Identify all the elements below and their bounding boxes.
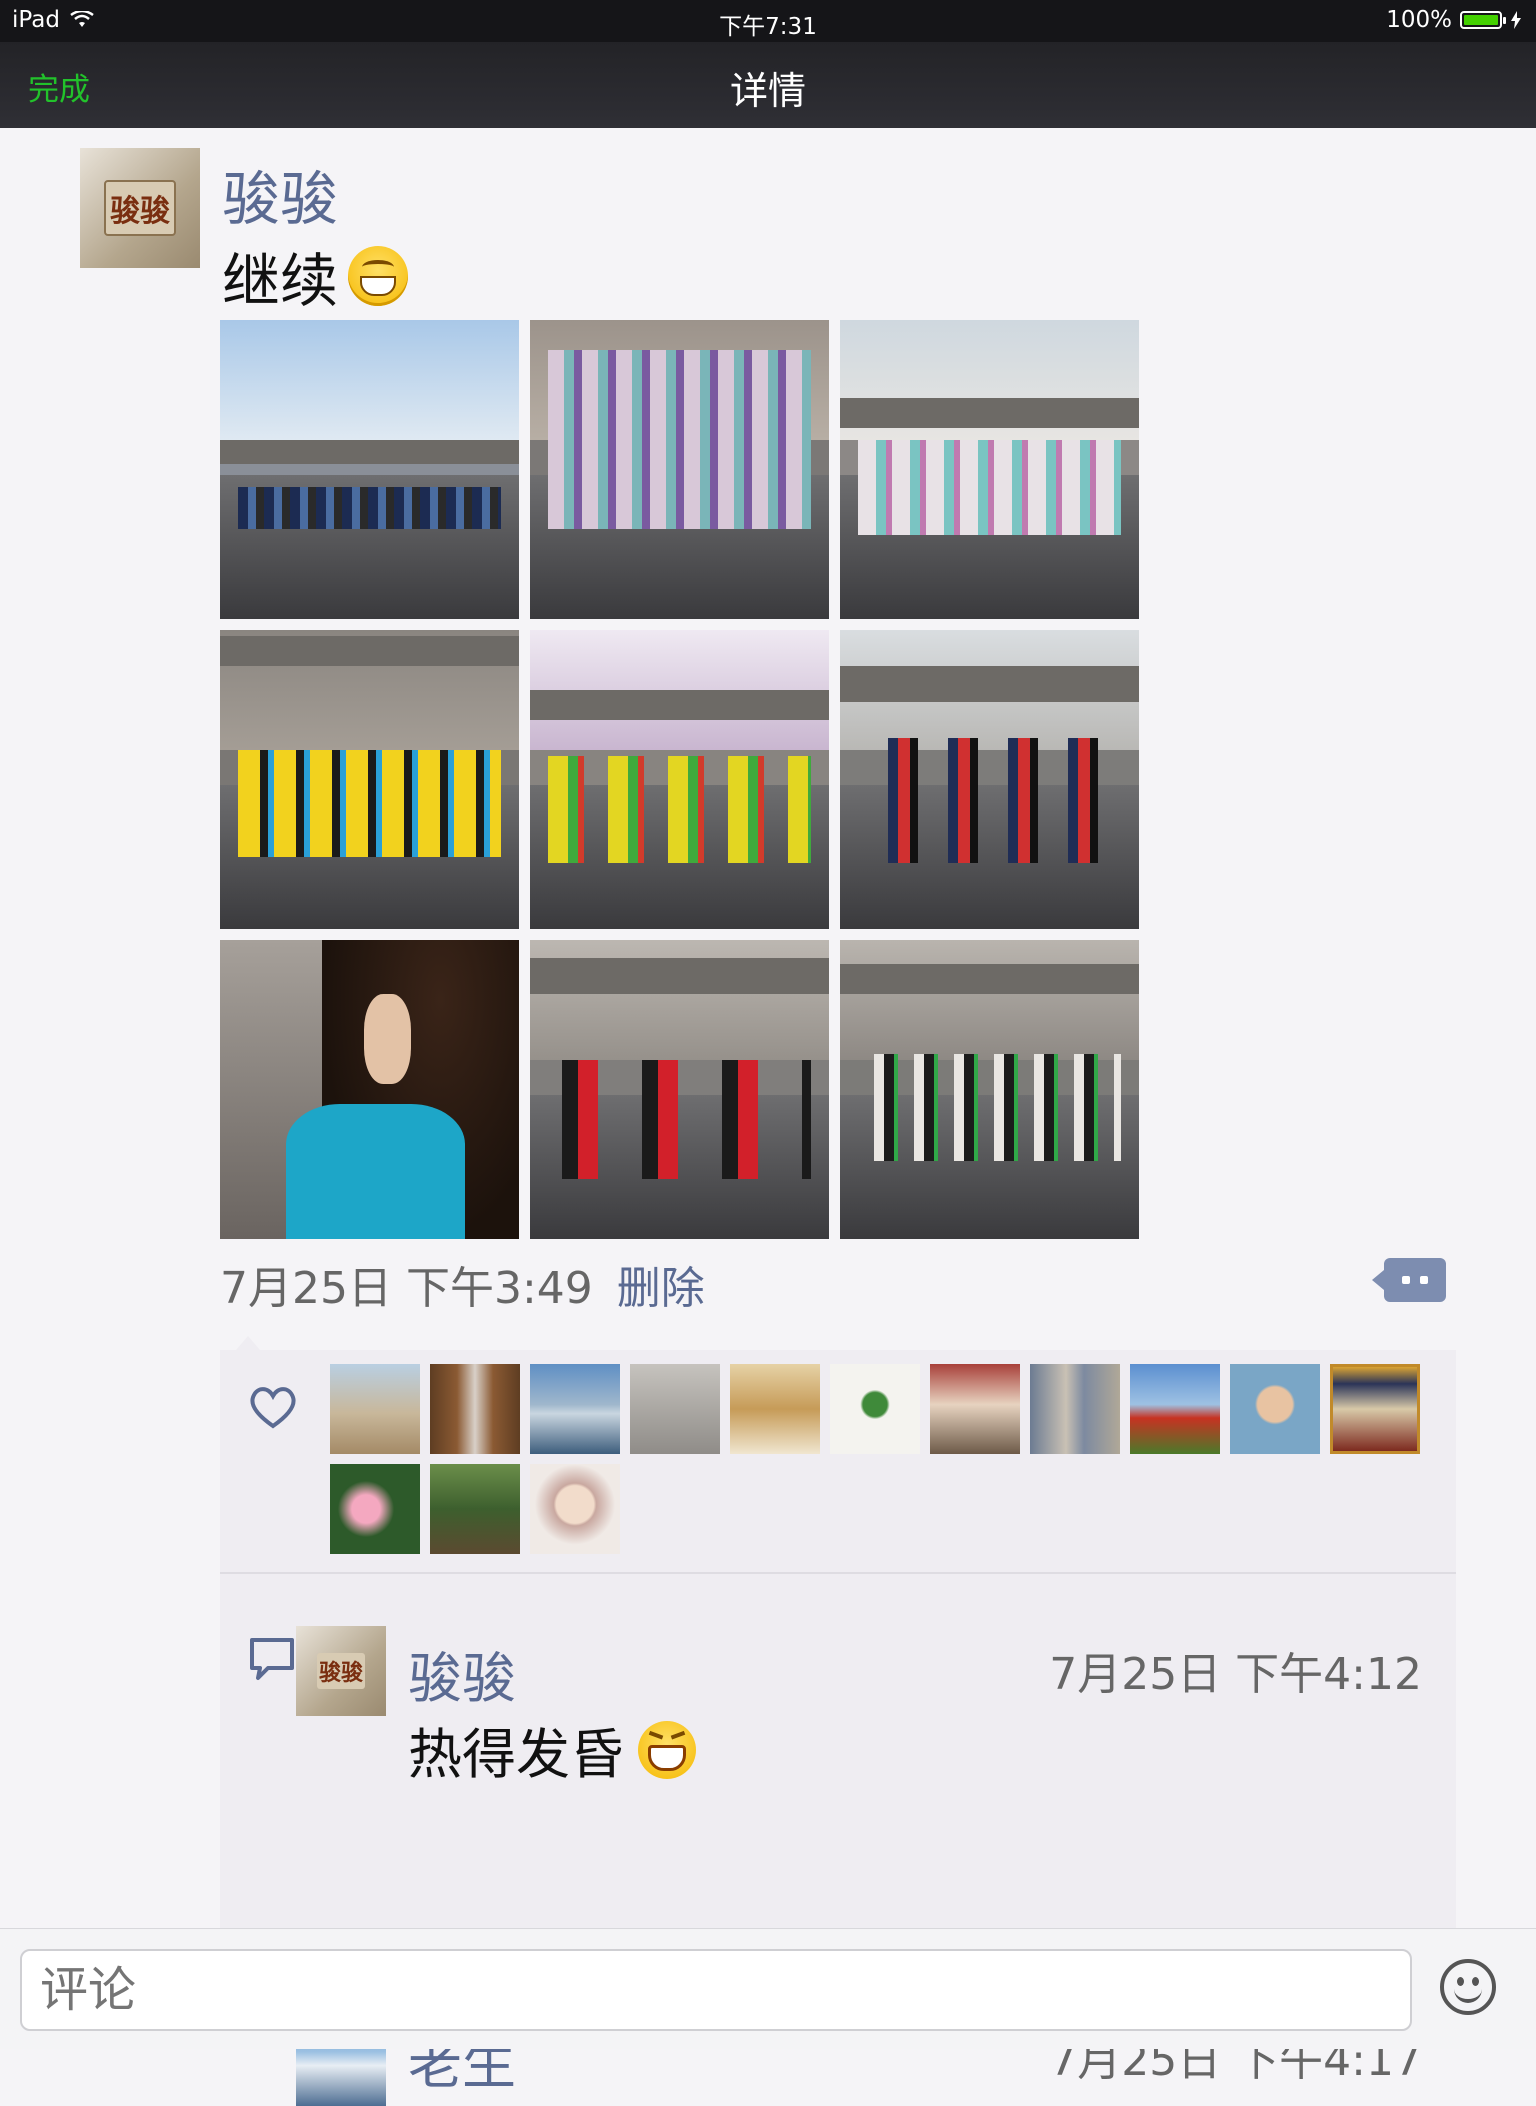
post-text: 继续 — [222, 234, 409, 318]
liker-avatar[interactable] — [1030, 1364, 1120, 1454]
liker-avatar[interactable] — [330, 1364, 420, 1454]
liker-avatar[interactable] — [1330, 1364, 1420, 1454]
liker-avatar[interactable] — [430, 1464, 520, 1554]
battery-percent: 100% — [1386, 7, 1452, 33]
divider — [220, 1572, 1456, 1574]
photo-1[interactable] — [220, 320, 519, 619]
page-title: 详情 — [729, 69, 806, 113]
post-text-content: 继续 — [222, 247, 339, 315]
photo-7[interactable] — [220, 940, 519, 1239]
photo-4[interactable] — [220, 630, 519, 929]
photo-9[interactable] — [840, 940, 1139, 1239]
interactions-panel: 骏骏 骏骏 7月25日 下午4:12 热得发昏 老生 7月25日 下午4:17 — [220, 1336, 1456, 2106]
liker-avatar[interactable] — [530, 1364, 620, 1454]
photo-3[interactable] — [840, 320, 1139, 619]
comment-input[interactable] — [20, 1949, 1412, 2031]
avatar-text: 骏骏 — [104, 180, 176, 236]
comment-author[interactable]: 骏骏 — [408, 1634, 516, 1713]
post-meta: 7月25日 下午3:49 删除 — [220, 1252, 705, 1316]
status-bar: iPad 下午7:31 100% — [0, 0, 1536, 42]
liker-avatar[interactable] — [830, 1364, 920, 1454]
delete-link[interactable]: 删除 — [617, 1252, 705, 1316]
charging-icon — [1511, 11, 1521, 29]
grin-emoji-icon — [348, 246, 409, 306]
comment-input-bar — [0, 1928, 1536, 2049]
photo-grid — [220, 320, 1140, 1240]
heart-icon — [250, 1387, 296, 1429]
photo-2[interactable] — [530, 320, 829, 619]
commenter-avatar[interactable]: 骏骏 — [296, 1626, 386, 1716]
author-avatar[interactable]: 骏骏 — [80, 148, 200, 268]
smiley-icon[interactable] — [1440, 1959, 1496, 2015]
commenter-avatar-text: 骏骏 — [316, 1653, 365, 1689]
post-date: 7月25日 下午3:49 — [220, 1263, 593, 1314]
photo-5[interactable] — [530, 630, 829, 929]
moment-post: 骏骏 骏骏 继续 7月25日 下午3:49 删除 骏骏 骏骏 7月25日 下午4… — [0, 128, 1536, 2106]
liker-avatar[interactable] — [1230, 1364, 1320, 1454]
comment-menu-button[interactable] — [1372, 1258, 1446, 1302]
liker-avatar[interactable] — [730, 1364, 820, 1454]
liker-avatar[interactable] — [530, 1464, 620, 1554]
nav-bar: 完成 详情 — [0, 42, 1536, 128]
comment-text: 热得发昏 — [408, 1710, 696, 1789]
comment-bubble-icon — [250, 1638, 294, 1680]
battery-icon — [1460, 11, 1506, 29]
photo-6[interactable] — [840, 630, 1139, 929]
status-time: 下午7:31 — [719, 14, 817, 40]
liker-avatar[interactable] — [1130, 1364, 1220, 1454]
author-name[interactable]: 骏骏 — [222, 152, 338, 236]
photo-8[interactable] — [530, 940, 829, 1239]
liker-avatar[interactable] — [430, 1364, 520, 1454]
comment-text-content: 热得发昏 — [408, 1723, 624, 1786]
liker-avatar[interactable] — [930, 1364, 1020, 1454]
comment-time: 7月25日 下午4:12 — [1049, 1649, 1422, 1700]
liker-avatar[interactable] — [330, 1464, 420, 1554]
laughing-emoji-icon — [638, 1720, 696, 1779]
liker-avatar[interactable] — [630, 1364, 720, 1454]
